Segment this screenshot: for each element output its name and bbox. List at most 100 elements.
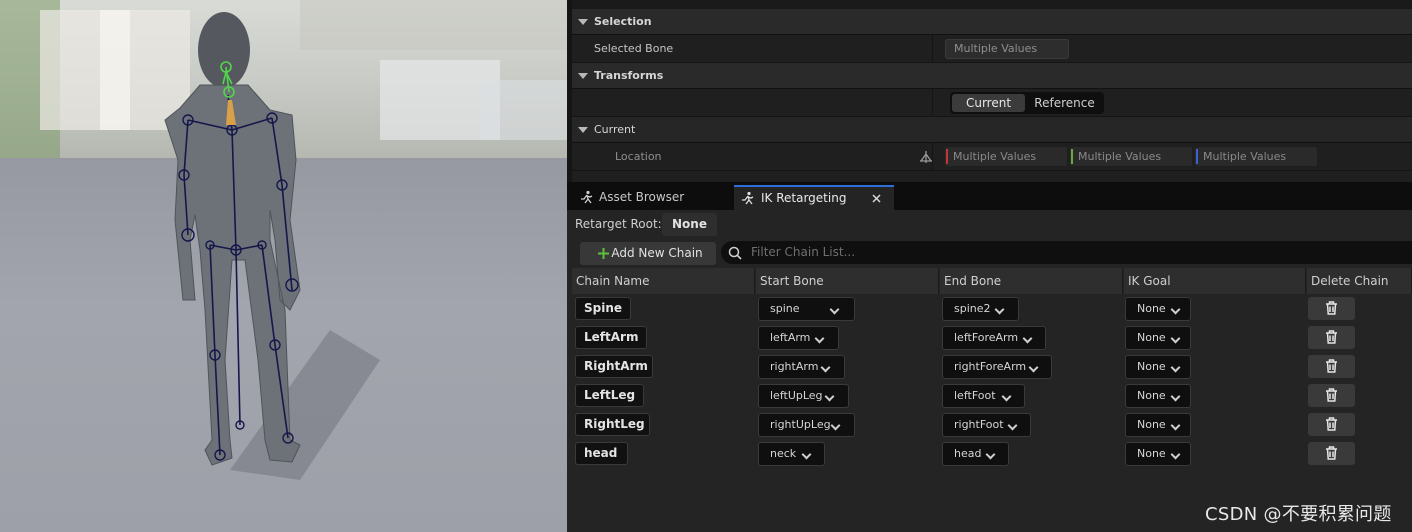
chain-table: Chain Name Start Bone End Bone IK Goal D… — [572, 268, 1412, 532]
retarget-root-label: Retarget Root: — [575, 217, 662, 231]
chevron-down-icon — [994, 304, 1005, 315]
add-new-chain-button[interactable]: Add New Chain — [580, 242, 716, 265]
property-label: Selected Bone — [594, 42, 674, 55]
column-header-delete-chain[interactable]: Delete Chain — [1307, 268, 1412, 294]
chevron-down-icon — [1001, 391, 1012, 402]
start-bone-dropdown[interactable]: neck — [758, 442, 825, 466]
ik-goal-dropdown[interactable]: None — [1125, 355, 1191, 379]
end-bone-dropdown[interactable]: leftForeArm — [942, 326, 1046, 350]
chevron-down-icon — [814, 333, 825, 344]
ik-goal-dropdown[interactable]: None — [1125, 326, 1191, 350]
end-bone-dropdown[interactable]: head — [942, 442, 1009, 466]
filter-chain-search[interactable]: Filter Chain List... — [721, 241, 1412, 264]
tab-asset-browser[interactable]: Asset Browser — [574, 185, 734, 210]
table-row: head neck head None — [572, 439, 1412, 468]
start-bone-dropdown[interactable]: leftArm — [758, 326, 839, 350]
running-figure-icon — [581, 190, 593, 204]
table-row: Spine spine spine2 None — [572, 294, 1412, 323]
viewport[interactable] — [0, 0, 567, 532]
chevron-down-icon — [1028, 362, 1039, 373]
chevron-down-icon — [801, 449, 812, 460]
watermark-text: CSDN @不要积累问题 — [1205, 504, 1392, 525]
chevron-down-icon — [1170, 333, 1181, 344]
location-z-field[interactable]: Multiple Values — [1195, 147, 1317, 166]
chevron-down-icon — [1007, 420, 1018, 431]
running-figure-icon — [742, 191, 754, 205]
close-icon[interactable] — [872, 194, 881, 203]
column-header-end-bone[interactable]: End Bone — [940, 268, 1123, 294]
start-bone-dropdown[interactable]: leftUpLeg — [758, 384, 849, 408]
column-header-ik-goal[interactable]: IK Goal — [1124, 268, 1306, 294]
start-bone-dropdown[interactable]: rightArm — [758, 355, 845, 379]
toggle-current[interactable]: Current — [952, 94, 1025, 112]
chain-name-field[interactable]: LeftArm — [575, 326, 647, 349]
editor-panel: Selection Selected Bone Multiple Values … — [567, 0, 1412, 532]
end-bone-dropdown[interactable]: rightFoot — [942, 413, 1031, 437]
property-row-location: Location Multiple Values Multiple Values… — [572, 143, 1412, 171]
chevron-down-icon — [1022, 333, 1033, 344]
toggle-reference[interactable]: Reference — [1027, 94, 1102, 112]
chevron-down-icon — [1170, 391, 1181, 402]
trash-icon — [1326, 388, 1337, 402]
skeleton-mannequin[interactable] — [0, 0, 567, 532]
chain-name-field[interactable]: head — [575, 442, 628, 465]
delete-chain-button[interactable] — [1308, 413, 1355, 436]
trash-icon — [1326, 301, 1337, 315]
collapse-arrow-icon — [578, 73, 588, 79]
table-row: LeftLeg leftUpLeg leftFoot None — [572, 381, 1412, 410]
section-header-selection[interactable]: Selection — [572, 9, 1412, 35]
reset-location-icon[interactable] — [919, 150, 933, 164]
start-bone-dropdown[interactable]: spine — [758, 297, 855, 321]
property-row-transform-toggle: Current Reference — [572, 89, 1412, 117]
ik-goal-dropdown[interactable]: None — [1125, 384, 1191, 408]
chevron-down-icon — [830, 420, 841, 431]
table-row: RightArm rightArm rightForeArm None — [572, 352, 1412, 381]
table-row: RightLeg rightUpLeg rightFoot None — [572, 410, 1412, 439]
section-header-transforms[interactable]: Transforms — [572, 63, 1412, 89]
chevron-down-icon — [1170, 449, 1181, 460]
collapse-arrow-icon — [578, 127, 588, 133]
details-panel: Selection Selected Bone Multiple Values … — [572, 0, 1412, 182]
start-bone-dropdown[interactable]: rightUpLeg — [758, 413, 855, 437]
table-row: LeftArm leftArm leftForeArm None — [572, 323, 1412, 352]
chain-name-field[interactable]: Spine — [575, 297, 631, 320]
delete-chain-button[interactable] — [1308, 384, 1355, 407]
chevron-down-icon — [1170, 304, 1181, 315]
chevron-down-icon — [829, 304, 840, 315]
property-label: Location — [615, 150, 662, 163]
delete-chain-button[interactable] — [1308, 326, 1355, 349]
section-header-current[interactable]: Current — [572, 117, 1412, 143]
chevron-down-icon — [985, 449, 996, 460]
ik-goal-dropdown[interactable]: None — [1125, 413, 1191, 437]
location-y-field[interactable]: Multiple Values — [1070, 147, 1192, 166]
tab-ik-retargeting[interactable]: IK Retargeting — [734, 185, 894, 210]
location-x-field[interactable]: Multiple Values — [945, 147, 1067, 166]
chevron-down-icon — [824, 391, 835, 402]
delete-chain-button[interactable] — [1308, 442, 1355, 465]
collapse-arrow-icon — [578, 19, 588, 25]
search-icon — [728, 246, 742, 260]
delete-chain-button[interactable] — [1308, 297, 1355, 320]
column-divider — [932, 143, 933, 170]
trash-icon — [1326, 359, 1337, 373]
search-input[interactable]: Filter Chain List... — [751, 241, 855, 264]
ik-goal-dropdown[interactable]: None — [1125, 442, 1191, 466]
column-header-chain-name[interactable]: Chain Name — [572, 268, 755, 294]
chain-name-field[interactable]: RightArm — [575, 355, 653, 378]
plus-icon — [598, 248, 609, 259]
property-row-rotation-partial — [572, 171, 1412, 182]
trash-icon — [1326, 330, 1337, 344]
column-header-start-bone[interactable]: Start Bone — [756, 268, 939, 294]
chain-name-field[interactable]: RightLeg — [575, 413, 650, 436]
ik-goal-dropdown[interactable]: None — [1125, 297, 1191, 321]
end-bone-dropdown[interactable]: leftFoot — [942, 384, 1025, 408]
chevron-down-icon — [1170, 420, 1181, 431]
column-divider — [932, 89, 933, 116]
end-bone-dropdown[interactable]: rightForeArm — [942, 355, 1052, 379]
transform-mode-toggle: Current Reference — [950, 92, 1104, 114]
selected-bone-value[interactable]: Multiple Values — [945, 39, 1069, 59]
chain-name-field[interactable]: LeftLeg — [575, 384, 644, 407]
retarget-root-value[interactable]: None — [662, 213, 717, 236]
delete-chain-button[interactable] — [1308, 355, 1355, 378]
end-bone-dropdown[interactable]: spine2 — [942, 297, 1019, 321]
